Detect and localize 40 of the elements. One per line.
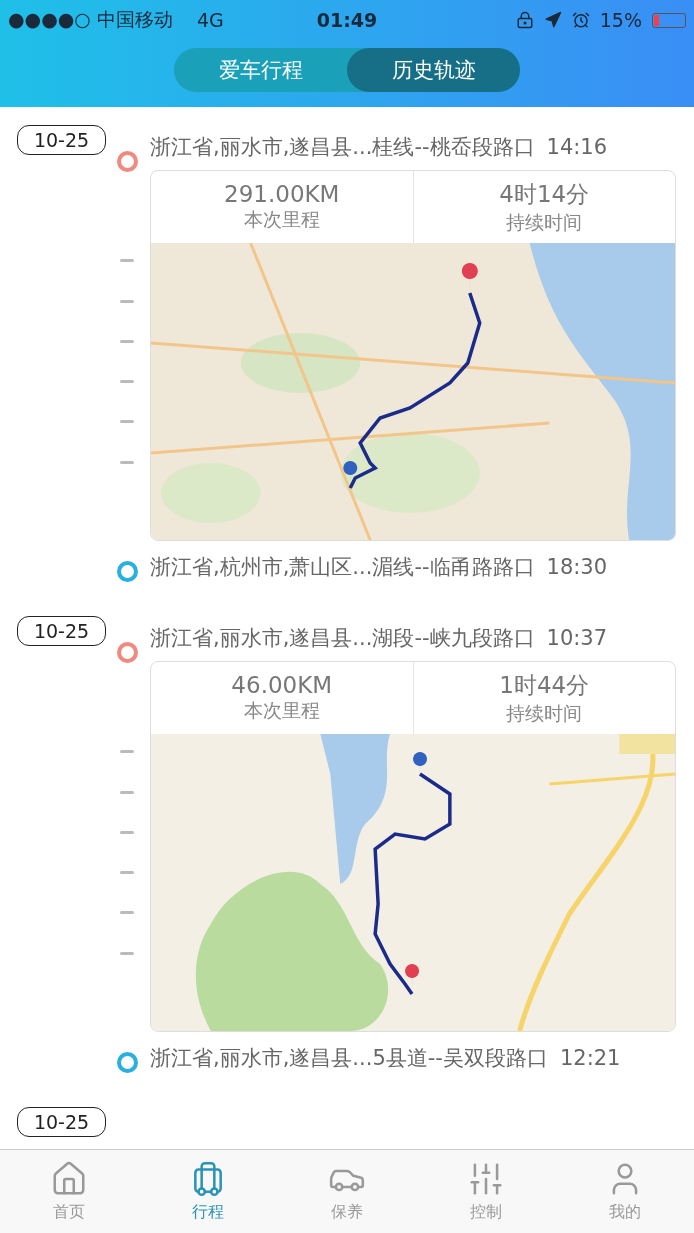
tab-bar-item[interactable]: 我的 bbox=[555, 1150, 694, 1233]
tab-bar-item[interactable]: 控制 bbox=[416, 1150, 556, 1233]
end-time: 12:21 bbox=[559, 1046, 621, 1070]
location-icon bbox=[543, 11, 562, 29]
battery-percent: 15% bbox=[599, 9, 642, 31]
date-badge: 10-25 bbox=[17, 1107, 106, 1137]
distance-label: 本次里程 bbox=[243, 207, 320, 232]
tab-bar-item[interactable]: 行程 bbox=[138, 1150, 278, 1233]
duration-value: 1时44分 bbox=[499, 670, 590, 700]
start-address: 浙江省,丽水市,遂昌县...桂线--桃岙段路口 bbox=[150, 134, 535, 161]
start-time: 14:16 bbox=[546, 135, 608, 159]
duration-label: 持续时间 bbox=[506, 700, 583, 726]
end-point-icon bbox=[117, 561, 138, 582]
start-point-icon bbox=[117, 151, 138, 172]
segment-tab[interactable]: 历史轨迹 bbox=[347, 48, 520, 92]
network-type: 4G bbox=[196, 9, 224, 31]
distance-value: 46.00KM bbox=[231, 672, 333, 698]
end-address: 浙江省,丽水市,遂昌县...5县道--吴双段路口 bbox=[150, 1045, 548, 1072]
date-badge: 10-25 bbox=[17, 125, 106, 155]
duration-value: 4时14分 bbox=[499, 179, 590, 209]
battery-icon bbox=[652, 12, 686, 28]
segment-tab[interactable]: 爱车行程 bbox=[174, 48, 347, 92]
carrier-name: ●●●●○ 中国移动 bbox=[8, 7, 173, 32]
end-time: 18:30 bbox=[546, 555, 608, 579]
date-badge: 10-25 bbox=[17, 616, 106, 646]
tab-bar-item[interactable]: 保养 bbox=[277, 1150, 417, 1233]
tab-bar-item[interactable]: 首页 bbox=[0, 1150, 139, 1233]
alarm-icon bbox=[571, 11, 590, 29]
rotation-lock-icon bbox=[515, 11, 534, 29]
end-address: 浙江省,杭州市,萧山区...湄线--临甬路路口 bbox=[150, 554, 535, 581]
end-point-icon bbox=[117, 1052, 138, 1073]
start-time: 10:37 bbox=[546, 626, 608, 650]
trip-card[interactable]: 291.00KM 本次里程 4时14分 持续时间 bbox=[150, 170, 676, 541]
distance-label: 本次里程 bbox=[243, 698, 320, 723]
distance-value: 291.00KM bbox=[224, 181, 340, 207]
trip-card[interactable]: 46.00KM 本次里程 1时44分 持续时间 bbox=[150, 661, 676, 1032]
status-time: 01:49 bbox=[316, 9, 378, 31]
start-address: 浙江省,丽水市,遂昌县...湖段--峡九段路口 bbox=[150, 625, 535, 652]
start-point-icon bbox=[117, 642, 138, 663]
duration-label: 持续时间 bbox=[506, 209, 583, 235]
